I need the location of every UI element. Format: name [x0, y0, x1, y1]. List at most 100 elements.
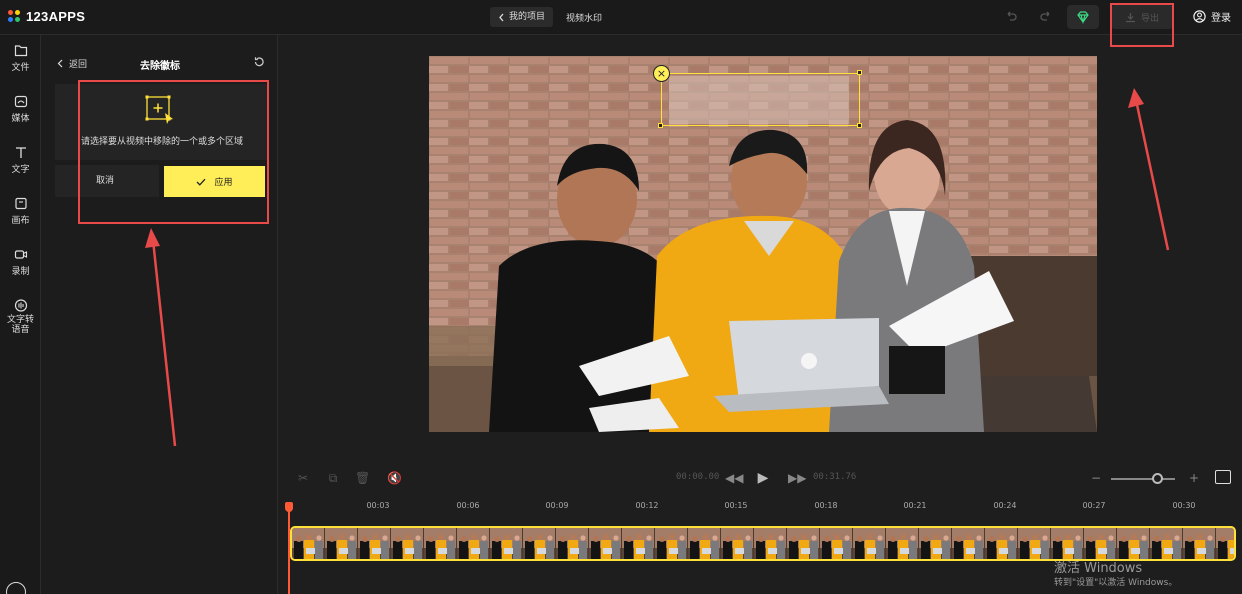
clip-thumbnail [1051, 528, 1084, 559]
rail-item-tts[interactable]: 文字转 语音 [0, 299, 41, 335]
current-time: 00:00.00 [676, 472, 720, 482]
video-clip-track[interactable] [290, 526, 1236, 561]
clip-thumbnail [820, 528, 853, 559]
zoom-slider-knob[interactable] [1152, 473, 1163, 484]
tts-icon [14, 299, 27, 312]
redo-icon[interactable] [1038, 9, 1054, 25]
clip-thumbnail [1117, 528, 1150, 559]
delete-icon[interactable]: 🗑 [355, 471, 370, 485]
media-icon [14, 95, 27, 108]
windows-activation-title: 激活 Windows [1054, 561, 1143, 576]
rail-item-text[interactable]: 文字 [0, 146, 41, 175]
forward-icon[interactable]: ▶▶ [788, 471, 806, 485]
tick-label: 00:15 [724, 501, 748, 510]
user-icon [1193, 10, 1206, 23]
tick-label: 00:03 [366, 501, 390, 510]
tick-label: 00:09 [545, 501, 569, 510]
panel-title: 去除徽标 [140, 61, 180, 72]
back-label: 返回 [69, 60, 88, 70]
timeline-ruler[interactable]: 00:03 00:06 00:09 00:12 00:15 00:18 00:2… [279, 495, 1242, 517]
duration: 00:31.76 [813, 472, 857, 482]
my-projects-label: 我的项目 [509, 12, 546, 22]
resize-handle-br[interactable] [857, 123, 862, 128]
export-highlight-box [1110, 3, 1174, 47]
canvas-icon [14, 197, 27, 210]
clip-thumbnail [1018, 528, 1051, 559]
clip-thumbnail [391, 528, 424, 559]
record-icon [14, 250, 27, 259]
rail-item-media[interactable]: 媒体 [0, 95, 41, 124]
rail-label-tts-line1: 文字转 [6, 315, 34, 325]
chevron-left-icon [499, 13, 504, 21]
windows-activation-subtitle: 转到"设置"以激活 Windows。 [1054, 578, 1178, 588]
tick-label: 00:24 [993, 501, 1017, 510]
tick-label: 00:06 [456, 501, 480, 510]
app-logo[interactable]: 123APPS [8, 9, 85, 24]
left-rail: 文件 媒体 文字 画布 录制 文字转 语音 [0, 35, 41, 594]
clip-thumbnail [292, 528, 325, 559]
reset-icon[interactable] [253, 56, 265, 68]
project-name[interactable]: 视频水印 [566, 11, 602, 24]
top-bar: 123APPS 我的项目 视频水印 导出 登录 [0, 0, 1242, 35]
clip-thumbnail [622, 528, 655, 559]
rewind-icon[interactable]: ◀◀ [725, 471, 743, 485]
resize-handle-bl[interactable] [658, 123, 663, 128]
clip-thumbnail [688, 528, 721, 559]
clip-thumbnail [325, 528, 358, 559]
logo-mark [8, 9, 22, 24]
rail-item-record[interactable]: 录制 [0, 248, 41, 277]
zoom-slider[interactable] [1111, 478, 1175, 480]
timeline-toolbar: ✂ ⧉ 🗑 🔇 00:00.00 ◀◀ ▶ ▶▶ 00:31.76 − + [279, 461, 1242, 495]
rail-label-media: 媒体 [11, 114, 30, 124]
clip-thumbnail [1150, 528, 1183, 559]
clip-thumbnail [754, 528, 787, 559]
login-button[interactable]: 登录 [1193, 9, 1231, 24]
cut-icon[interactable]: ✂ [296, 471, 310, 485]
back-button[interactable]: 返回 [57, 57, 87, 70]
premium-button[interactable] [1067, 5, 1099, 29]
mute-icon[interactable]: 🔇 [387, 471, 402, 485]
clip-thumbnail [457, 528, 490, 559]
rail-label-tts-line2: 语音 [11, 325, 30, 335]
zoom-in-icon[interactable]: + [1187, 471, 1201, 485]
clip-thumbnail [655, 528, 688, 559]
clip-thumbnail [1084, 528, 1117, 559]
duplicate-icon[interactable]: ⧉ [326, 471, 340, 485]
clip-thumbnail [787, 528, 820, 559]
clip-thumbnail [358, 528, 391, 559]
panel-highlight-box [78, 80, 269, 224]
removal-area-box[interactable] [661, 73, 860, 126]
rail-label-text: 文字 [11, 165, 30, 175]
resize-handle-tr[interactable] [857, 70, 862, 75]
clip-thumbnail [721, 528, 754, 559]
tick-label: 00:18 [814, 501, 838, 510]
arrow-to-export [1134, 99, 1170, 251]
tick-label: 00:12 [635, 501, 659, 510]
clip-thumbnail [523, 528, 556, 559]
chevron-left-icon [57, 59, 63, 68]
folder-icon [14, 45, 27, 57]
undo-icon[interactable] [1003, 9, 1019, 25]
arrowhead-export [1128, 88, 1144, 108]
tick-label: 00:30 [1172, 501, 1196, 510]
clip-thumbnail [1216, 528, 1234, 559]
login-label: 登录 [1211, 13, 1231, 24]
clip-thumbnail [556, 528, 589, 559]
remove-area-close-icon[interactable]: × [653, 65, 670, 82]
rail-item-canvas[interactable]: 画布 [0, 197, 41, 226]
fit-timeline-icon[interactable] [1215, 470, 1231, 484]
rail-item-file[interactable]: 文件 [0, 44, 41, 73]
clip-thumbnail [952, 528, 985, 559]
clip-thumbnail [853, 528, 886, 559]
my-projects-button[interactable]: 我的项目 [490, 7, 554, 27]
diamond-icon [1077, 11, 1089, 24]
tick-label: 00:27 [1082, 501, 1106, 510]
rail-label-file: 文件 [11, 63, 30, 73]
zoom-out-icon[interactable]: − [1089, 471, 1103, 485]
rail-label-canvas: 画布 [11, 216, 30, 226]
clip-thumbnail [919, 528, 952, 559]
play-icon[interactable]: ▶ [756, 471, 770, 485]
clip-thumbnail [589, 528, 622, 559]
text-icon [15, 147, 26, 158]
rail-label-record: 录制 [11, 267, 30, 277]
